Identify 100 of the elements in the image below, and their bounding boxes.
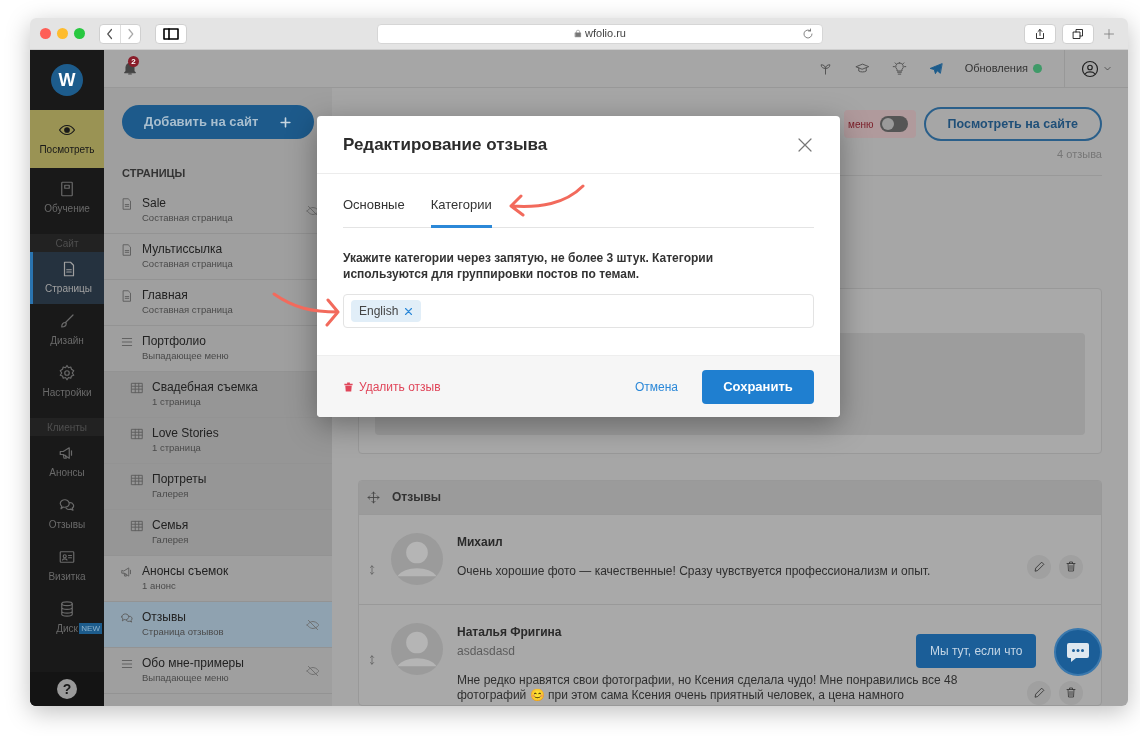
review-text: Очень хорошие фото — качественные! Сразу чувствуется профессионализм и опыт. <box>457 563 932 579</box>
reviewer-name: Михаил <box>457 534 503 550</box>
chat-bubbles-icon <box>120 610 134 625</box>
grid-icon <box>130 518 144 533</box>
reviewer-name: Наталья Фригина <box>457 624 562 640</box>
plus-icon <box>279 115 292 129</box>
grid-icon <box>130 426 144 441</box>
remove-tag-icon[interactable] <box>404 306 414 316</box>
edit-button[interactable] <box>1027 680 1051 705</box>
lightbulb-icon[interactable] <box>891 61 907 76</box>
page-type: Выпадающее меню <box>142 348 230 363</box>
rail-item[interactable]: Страницы <box>30 252 104 304</box>
lock-icon <box>574 29 582 38</box>
rail-item[interactable]: Визитка <box>30 540 104 592</box>
page-type: Составная страница <box>142 302 234 317</box>
tabs-button[interactable] <box>1062 23 1094 44</box>
page-type: Выпадающее меню <box>142 670 230 685</box>
page-list-item[interactable]: Обо мне-примеры Выпадающее меню <box>104 647 332 694</box>
page-list-item[interactable]: Свадебная съемка 1 страница <box>104 371 332 418</box>
rail-item[interactable]: Обучение <box>30 172 104 224</box>
graduation-cap-icon[interactable] <box>854 61 870 76</box>
review-text: Мне редко нравятся свои фотографии, но Ксения сделала чудо! Мне понравились все 48 фотографий 😊 при этом сама Ксения очень приятный человек, а цена намного <box>457 672 959 703</box>
toggle-label: меню <box>848 117 874 132</box>
delete-button[interactable] <box>1059 554 1083 579</box>
contact-card-icon <box>58 548 76 566</box>
categories-field[interactable]: English <box>343 294 814 328</box>
help-button[interactable]: ? <box>57 679 77 699</box>
page-title: Портфолио <box>142 333 207 348</box>
dialog-tab[interactable]: Категории <box>430 194 492 228</box>
page-list-item[interactable]: Портреты Галерея <box>104 463 332 510</box>
trash-icon <box>343 380 354 393</box>
pencil-icon <box>1032 560 1046 573</box>
page-title: Love Stories <box>152 425 220 440</box>
user-circle-icon <box>1081 59 1099 78</box>
rail-item[interactable]: Посмотреть <box>30 110 104 168</box>
page-list-item[interactable]: Семья Галерея <box>104 509 332 556</box>
reload-icon <box>802 27 814 40</box>
account-menu-button[interactable] <box>1064 50 1112 87</box>
document-icon <box>120 288 134 303</box>
grid-icon <box>130 380 144 395</box>
page-type: Составная страница <box>142 210 234 225</box>
cancel-link[interactable]: Отмена <box>634 377 678 396</box>
page-list-item[interactable]: Анонсы съемок 1 анонс <box>104 555 332 602</box>
avatar-placeholder <box>391 622 443 675</box>
document-icon <box>120 242 134 257</box>
category-tag: English <box>351 300 422 322</box>
view-on-site-button[interactable]: Посмотреть на сайте <box>923 107 1102 141</box>
notification-count: 2 <box>128 55 139 67</box>
page-title: Анонсы съемок <box>142 563 230 578</box>
page-type: 1 страница <box>152 394 202 409</box>
rail-item[interactable]: Анонсы <box>30 436 104 488</box>
edit-button[interactable] <box>1027 554 1051 579</box>
page-type: 1 страница <box>152 440 202 455</box>
megaphone-icon <box>120 564 134 579</box>
add-to-site-button[interactable]: Добавить на сайт <box>122 105 314 139</box>
rail-item[interactable]: Диск NEW <box>30 592 104 644</box>
book-icon <box>58 180 76 198</box>
trash-icon <box>1065 560 1077 573</box>
page-type: 1 анонс <box>142 578 177 593</box>
page-list-item[interactable]: Love Stories 1 страница <box>104 417 332 464</box>
rail-item[interactable]: Дизайн <box>30 304 104 356</box>
toggle-switch[interactable] <box>879 116 908 132</box>
delete-button[interactable] <box>1059 680 1083 705</box>
share-button[interactable] <box>1024 23 1056 44</box>
save-button[interactable]: Сохранить <box>702 369 814 404</box>
sidebar-toggle-button[interactable] <box>155 23 187 44</box>
page-type: Страница отзывов <box>142 624 225 639</box>
pencil-icon <box>1032 686 1046 699</box>
page-title: Семья <box>152 517 190 532</box>
page-type: Галерея <box>152 486 190 501</box>
database-icon <box>58 600 76 618</box>
brush-icon <box>58 312 76 330</box>
notifications-button[interactable]: 2 <box>120 58 140 79</box>
chat-tooltip[interactable]: Мы тут, если что <box>916 634 1037 668</box>
address-bar[interactable]: wfolio.ru <box>377 23 823 44</box>
page-list-item[interactable]: Отзывы Страница отзывов <box>104 601 332 648</box>
page-title: Свадебная съемка <box>152 379 259 394</box>
chat-bubble-icon <box>1066 641 1090 663</box>
updates-link[interactable]: Обновления <box>964 60 1042 77</box>
rail-item[interactable]: Отзывы <box>30 488 104 540</box>
page-title: Главная <box>142 287 189 302</box>
page-title: Отзывы <box>142 609 187 624</box>
page-title: Обо мне-примеры <box>142 655 245 670</box>
move-handle-icon <box>367 490 380 504</box>
chat-bubbles-icon <box>58 496 76 514</box>
grid-icon <box>130 472 144 487</box>
menu-toggle[interactable]: меню <box>844 110 916 138</box>
review-subtitle: asdasdasd <box>457 643 516 659</box>
logo[interactable]: W <box>51 64 83 96</box>
delete-review-link[interactable]: Удалить отзыв <box>343 377 441 396</box>
section-heading: СТРАНИЦЫ <box>122 166 187 181</box>
section-title: Отзывы <box>392 489 442 506</box>
drag-handle-icon <box>367 562 377 577</box>
paper-plane-icon[interactable] <box>928 61 943 76</box>
dialog-tab[interactable]: Основные <box>343 194 405 228</box>
plus-icon <box>1103 27 1115 40</box>
drag-handle-icon <box>367 652 377 667</box>
settings-icon <box>58 364 76 382</box>
rail-item[interactable]: Настройки <box>30 356 104 408</box>
caret-icon <box>1103 64 1112 73</box>
